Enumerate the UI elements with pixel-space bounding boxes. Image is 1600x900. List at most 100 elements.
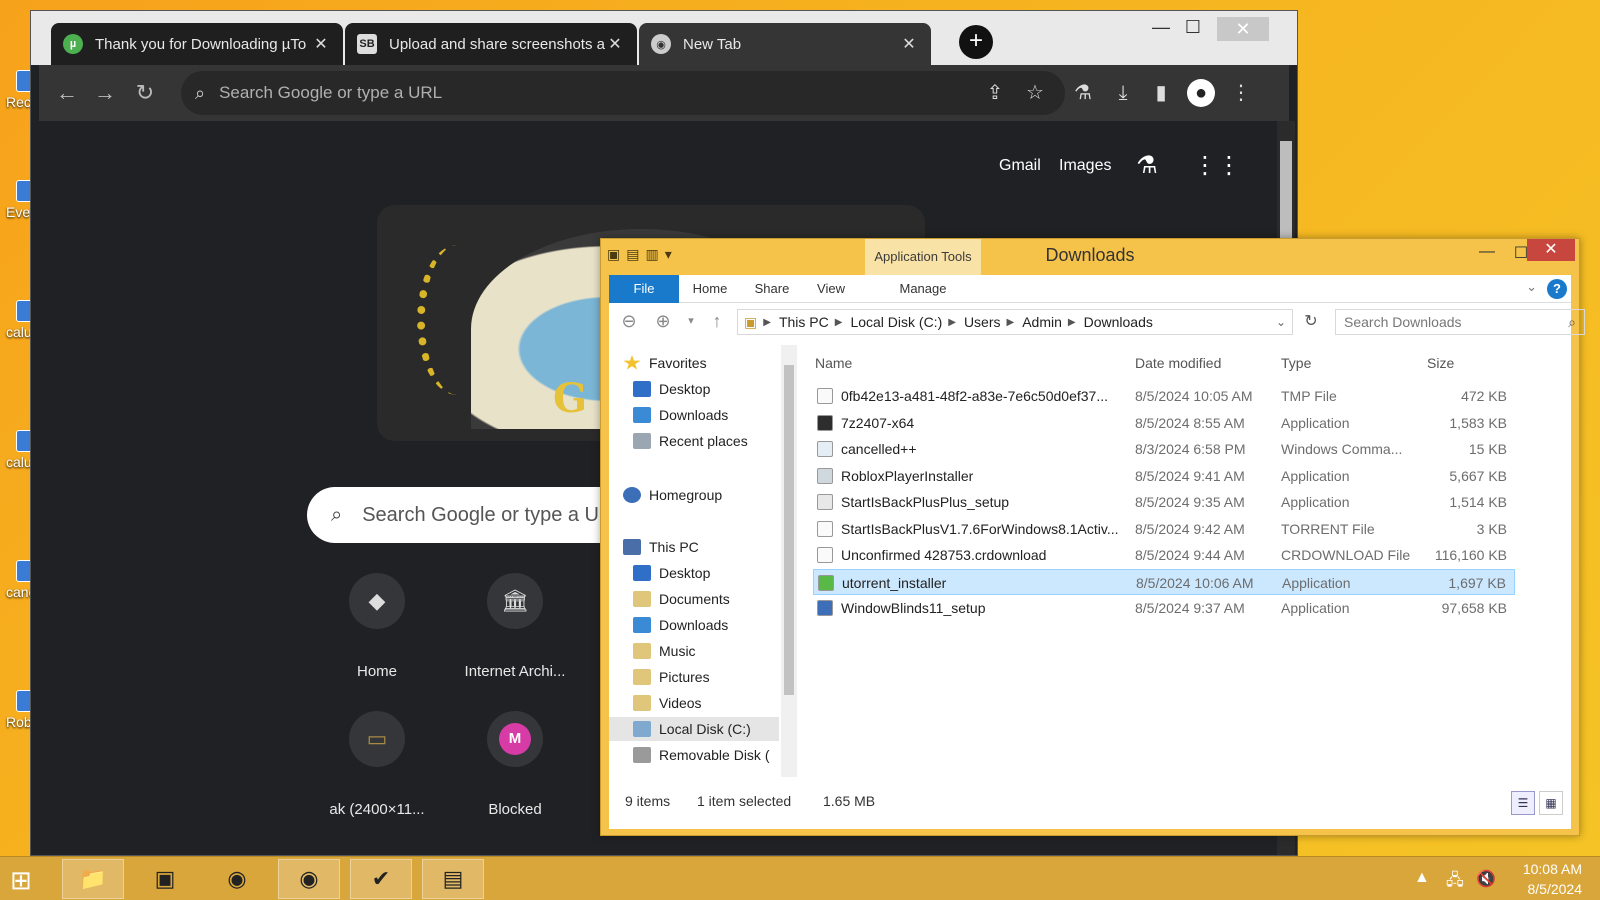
refresh-icon[interactable]: ↻ xyxy=(1299,309,1323,335)
file-explorer-icon[interactable]: 📁 xyxy=(62,859,124,899)
breadcrumb-admin[interactable]: Admin xyxy=(1022,314,1062,330)
shortcut-internet-archive[interactable]: 🏛 Internet Archi... xyxy=(455,573,575,680)
side-panel-icon[interactable]: ▮ xyxy=(1147,79,1175,107)
nav-fav-desktop[interactable]: Desktop xyxy=(633,377,710,401)
omnibox[interactable]: ⌕ Search Google or type a URL xyxy=(181,71,1065,115)
file-row[interactable]: Unconfirmed 428753.crdownload 8/5/2024 9:… xyxy=(813,542,1515,568)
tab-view[interactable]: View xyxy=(803,275,859,303)
forward-arrow-icon[interactable]: ⊕ xyxy=(651,309,675,333)
address-bar[interactable]: ▣ ▶ This PC ▶ Local Disk (C:) ▶ Users ▶ … xyxy=(737,309,1293,335)
breadcrumb-downloads[interactable]: Downloads xyxy=(1084,314,1153,330)
tab-utorrent[interactable]: µ Thank you for Downloading µTo ✕ xyxy=(51,23,343,65)
file-row[interactable]: 0fb42e13-a481-48f2-a83e-7e6c50d0ef37... 8… xyxy=(813,383,1515,409)
minimize-icon[interactable]: — xyxy=(1471,243,1503,261)
file-row[interactable]: StartIsBackPlusV1.7.6ForWindows8.1Activ.… xyxy=(813,516,1515,542)
nav-pc-downloads[interactable]: Downloads xyxy=(633,613,728,637)
app-window-icon[interactable]: ▣ xyxy=(134,859,196,899)
details-view-icon[interactable]: ☰ xyxy=(1511,791,1535,815)
volume-muted-icon[interactable]: 🔇 xyxy=(1476,869,1496,889)
file-date: 8/5/2024 9:37 AM xyxy=(1135,600,1245,616)
recent-dropdown-icon[interactable]: ▾ xyxy=(679,309,703,333)
nav-pictures[interactable]: Pictures xyxy=(633,665,710,689)
chrome-icon[interactable]: ◉ xyxy=(206,859,268,899)
tab-new-tab[interactable]: ◉ New Tab ✕ xyxy=(639,23,931,65)
profile-avatar-icon[interactable]: ● xyxy=(1187,79,1215,107)
tab-close-icon[interactable]: ✕ xyxy=(311,34,331,54)
breadcrumb-local-disk[interactable]: Local Disk (C:) xyxy=(850,314,942,330)
large-icons-view-icon[interactable]: ▦ xyxy=(1539,791,1563,815)
file-row[interactable]: 7z2407-x64 8/5/2024 8:55 AM Application 1,5… xyxy=(813,410,1515,436)
maximize-icon[interactable]: ☐ xyxy=(1175,17,1211,38)
gmail-link[interactable]: Gmail xyxy=(999,157,1041,175)
nav-favorites[interactable]: Favorites xyxy=(623,351,707,375)
show-hidden-icons-icon[interactable]: ▲ xyxy=(1414,869,1430,887)
new-tab-button[interactable]: + xyxy=(959,25,993,59)
breadcrumb-separator-icon[interactable]: ▶ xyxy=(835,317,843,328)
tab-share[interactable]: Share xyxy=(741,275,803,303)
nav-pc-desktop[interactable]: Desktop xyxy=(633,561,710,585)
clock[interactable]: 10:08 AM 8/5/2024 xyxy=(1523,859,1582,899)
bookmark-star-icon[interactable]: ☆ xyxy=(1021,79,1049,107)
tab-screenshots[interactable]: SB Upload and share screenshots a ✕ xyxy=(345,23,637,65)
nav-scrollbar[interactable] xyxy=(781,345,797,777)
file-row[interactable]: StartIsBackPlusPlus_setup 8/5/2024 9:35 A… xyxy=(813,489,1515,515)
menu-kebab-icon[interactable]: ⋮ xyxy=(1227,79,1255,107)
file-row[interactable]: utorrent_installer 8/5/2024 10:06 AM Appli… xyxy=(813,568,1515,595)
back-arrow-icon[interactable]: ⊖ xyxy=(617,309,641,333)
scrollbar-thumb[interactable] xyxy=(784,365,794,695)
images-link[interactable]: Images xyxy=(1059,157,1111,175)
up-arrow-icon[interactable]: ↑ xyxy=(705,309,729,333)
windows-start-icon[interactable]: ⊞ xyxy=(10,865,46,895)
network-icon[interactable]: 🖧 xyxy=(1446,869,1464,896)
address-dropdown-icon[interactable]: ⌄ xyxy=(1276,315,1286,329)
nav-homegroup[interactable]: Homegroup xyxy=(623,483,722,507)
nav-documents[interactable]: Documents xyxy=(633,587,730,611)
column-header-date[interactable]: Date modified xyxy=(1135,355,1221,371)
breadcrumb-users[interactable]: Users xyxy=(964,314,1001,330)
breadcrumb-separator-icon[interactable]: ▶ xyxy=(948,317,956,328)
apps-grid-icon[interactable]: ⋮⋮ xyxy=(1193,151,1241,179)
file-row[interactable]: cancelled++ 8/3/2024 6:58 PM Windows Comma… xyxy=(813,436,1515,462)
close-icon[interactable]: ✕ xyxy=(1527,239,1575,261)
tab-home[interactable]: Home xyxy=(679,275,741,303)
breadcrumb-separator-icon[interactable]: ▶ xyxy=(1007,317,1015,328)
tab-file[interactable]: File xyxy=(609,275,679,303)
checklist-icon[interactable]: ✔ xyxy=(350,859,412,899)
nav-removable-disk[interactable]: Removable Disk ( xyxy=(633,743,769,767)
tab-close-icon[interactable]: ✕ xyxy=(605,34,625,54)
breadcrumb-this-pc[interactable]: This PC xyxy=(779,314,829,330)
reload-icon[interactable]: ↻ xyxy=(129,77,161,109)
nav-music[interactable]: Music xyxy=(633,639,696,663)
scrollbar-thumb[interactable] xyxy=(1280,141,1292,241)
close-icon[interactable]: ✕ xyxy=(1217,17,1269,41)
file-row[interactable]: WindowBlinds11_setup 8/5/2024 9:37 AM Appl… xyxy=(813,595,1515,621)
nav-videos[interactable]: Videos xyxy=(633,691,702,715)
ribbon-expand-chevron-icon[interactable]: ⌄ xyxy=(1526,279,1537,295)
search-downloads-input[interactable]: Search Downloads ⌕ xyxy=(1335,309,1585,335)
chrome-alt-icon[interactable]: ◉ xyxy=(278,859,340,899)
share-icon[interactable]: ⇪ xyxy=(981,79,1009,107)
back-arrow-icon[interactable]: ← xyxy=(51,77,83,109)
labs-flask-icon[interactable]: ⚗ xyxy=(1133,151,1161,179)
shortcut-blocked[interactable]: M Blocked xyxy=(455,711,575,818)
labs-flask-icon[interactable]: ⚗ xyxy=(1069,79,1097,107)
column-header-type[interactable]: Type xyxy=(1281,355,1311,371)
nav-recent-places[interactable]: Recent places xyxy=(633,429,748,453)
forward-arrow-icon[interactable]: → xyxy=(89,77,121,109)
nav-local-disk[interactable]: Local Disk (C:) xyxy=(609,717,779,741)
column-header-name[interactable]: Name xyxy=(815,355,852,371)
shortcut-home[interactable]: ◆ Home xyxy=(317,573,437,680)
tab-close-icon[interactable]: ✕ xyxy=(899,34,919,54)
nav-this-pc[interactable]: This PC xyxy=(623,535,699,559)
download-icon[interactable]: ⤓ xyxy=(1109,79,1137,107)
tab-manage[interactable]: Manage xyxy=(865,275,981,303)
monitor-icon[interactable]: ▤ xyxy=(422,859,484,899)
column-header-size[interactable]: Size xyxy=(1427,355,1454,371)
file-row[interactable]: RobloxPlayerInstaller 8/5/2024 9:41 AM App… xyxy=(813,463,1515,489)
breadcrumb-separator-icon[interactable]: ▶ xyxy=(763,317,771,328)
minimize-icon[interactable]: — xyxy=(1143,17,1179,38)
breadcrumb-separator-icon[interactable]: ▶ xyxy=(1068,317,1076,328)
nav-fav-downloads[interactable]: Downloads xyxy=(633,403,728,427)
help-icon[interactable]: ? xyxy=(1547,279,1567,299)
shortcut-ak[interactable]: ▭ ak (2400×11... xyxy=(317,711,437,818)
